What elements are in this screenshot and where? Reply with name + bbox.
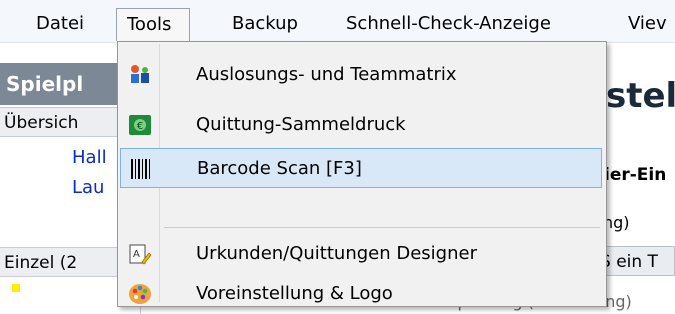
menu-item-label: Auslosungs- und Teammatrix <box>196 64 457 85</box>
link-hall[interactable]: Hall <box>72 147 107 168</box>
receipt-print-icon: € <box>129 115 151 135</box>
menu-item-presets-logo[interactable]: Voreinstellung & Logo <box>120 274 602 314</box>
menu-tools[interactable]: Tools <box>116 8 190 41</box>
svg-text:A: A <box>133 249 140 260</box>
menu-bar: Datei Tools Backup Schnell-Check-Anzeige… <box>0 0 675 43</box>
menu-item-label: Voreinstellung & Logo <box>196 283 393 304</box>
section-heading: ier-Ein <box>604 165 667 185</box>
menu-item-certificate-designer[interactable]: A Urkunden/Quittungen Designer <box>120 234 602 274</box>
palette-icon <box>129 284 151 304</box>
menu-item-label: Urkunden/Quittungen Designer <box>196 243 477 264</box>
menu-item-label: Quittung-Sammeldruck <box>196 114 406 135</box>
tools-dropdown: Auslosungs- und Teammatrix € Quittung-Sa… <box>117 41 607 307</box>
menu-datei[interactable]: Datei <box>26 8 94 40</box>
link-lau[interactable]: Lau <box>72 177 104 198</box>
designer-icon: A <box>129 244 152 265</box>
page-title: stell <box>606 76 675 116</box>
menu-item-receipt-batch-print[interactable]: € Quittung-Sammeldruck <box>120 105 602 145</box>
menu-schnell-check-anzeige[interactable]: Schnell-Check-Anzeige <box>336 8 561 40</box>
menu-item-team-matrix[interactable]: Auslosungs- und Teammatrix <box>120 55 602 95</box>
team-matrix-icon <box>131 65 149 83</box>
svg-text:€: € <box>137 121 143 132</box>
menu-separator <box>164 227 600 228</box>
barcode-icon <box>131 159 150 179</box>
menu-backup[interactable]: Backup <box>222 8 308 40</box>
menu-item-barcode-scan[interactable]: Barcode Scan [F3] <box>120 148 602 188</box>
menu-item-label: Barcode Scan [F3] <box>197 158 362 179</box>
status-marker <box>12 284 20 292</box>
menu-view[interactable]: Viev <box>618 8 675 40</box>
